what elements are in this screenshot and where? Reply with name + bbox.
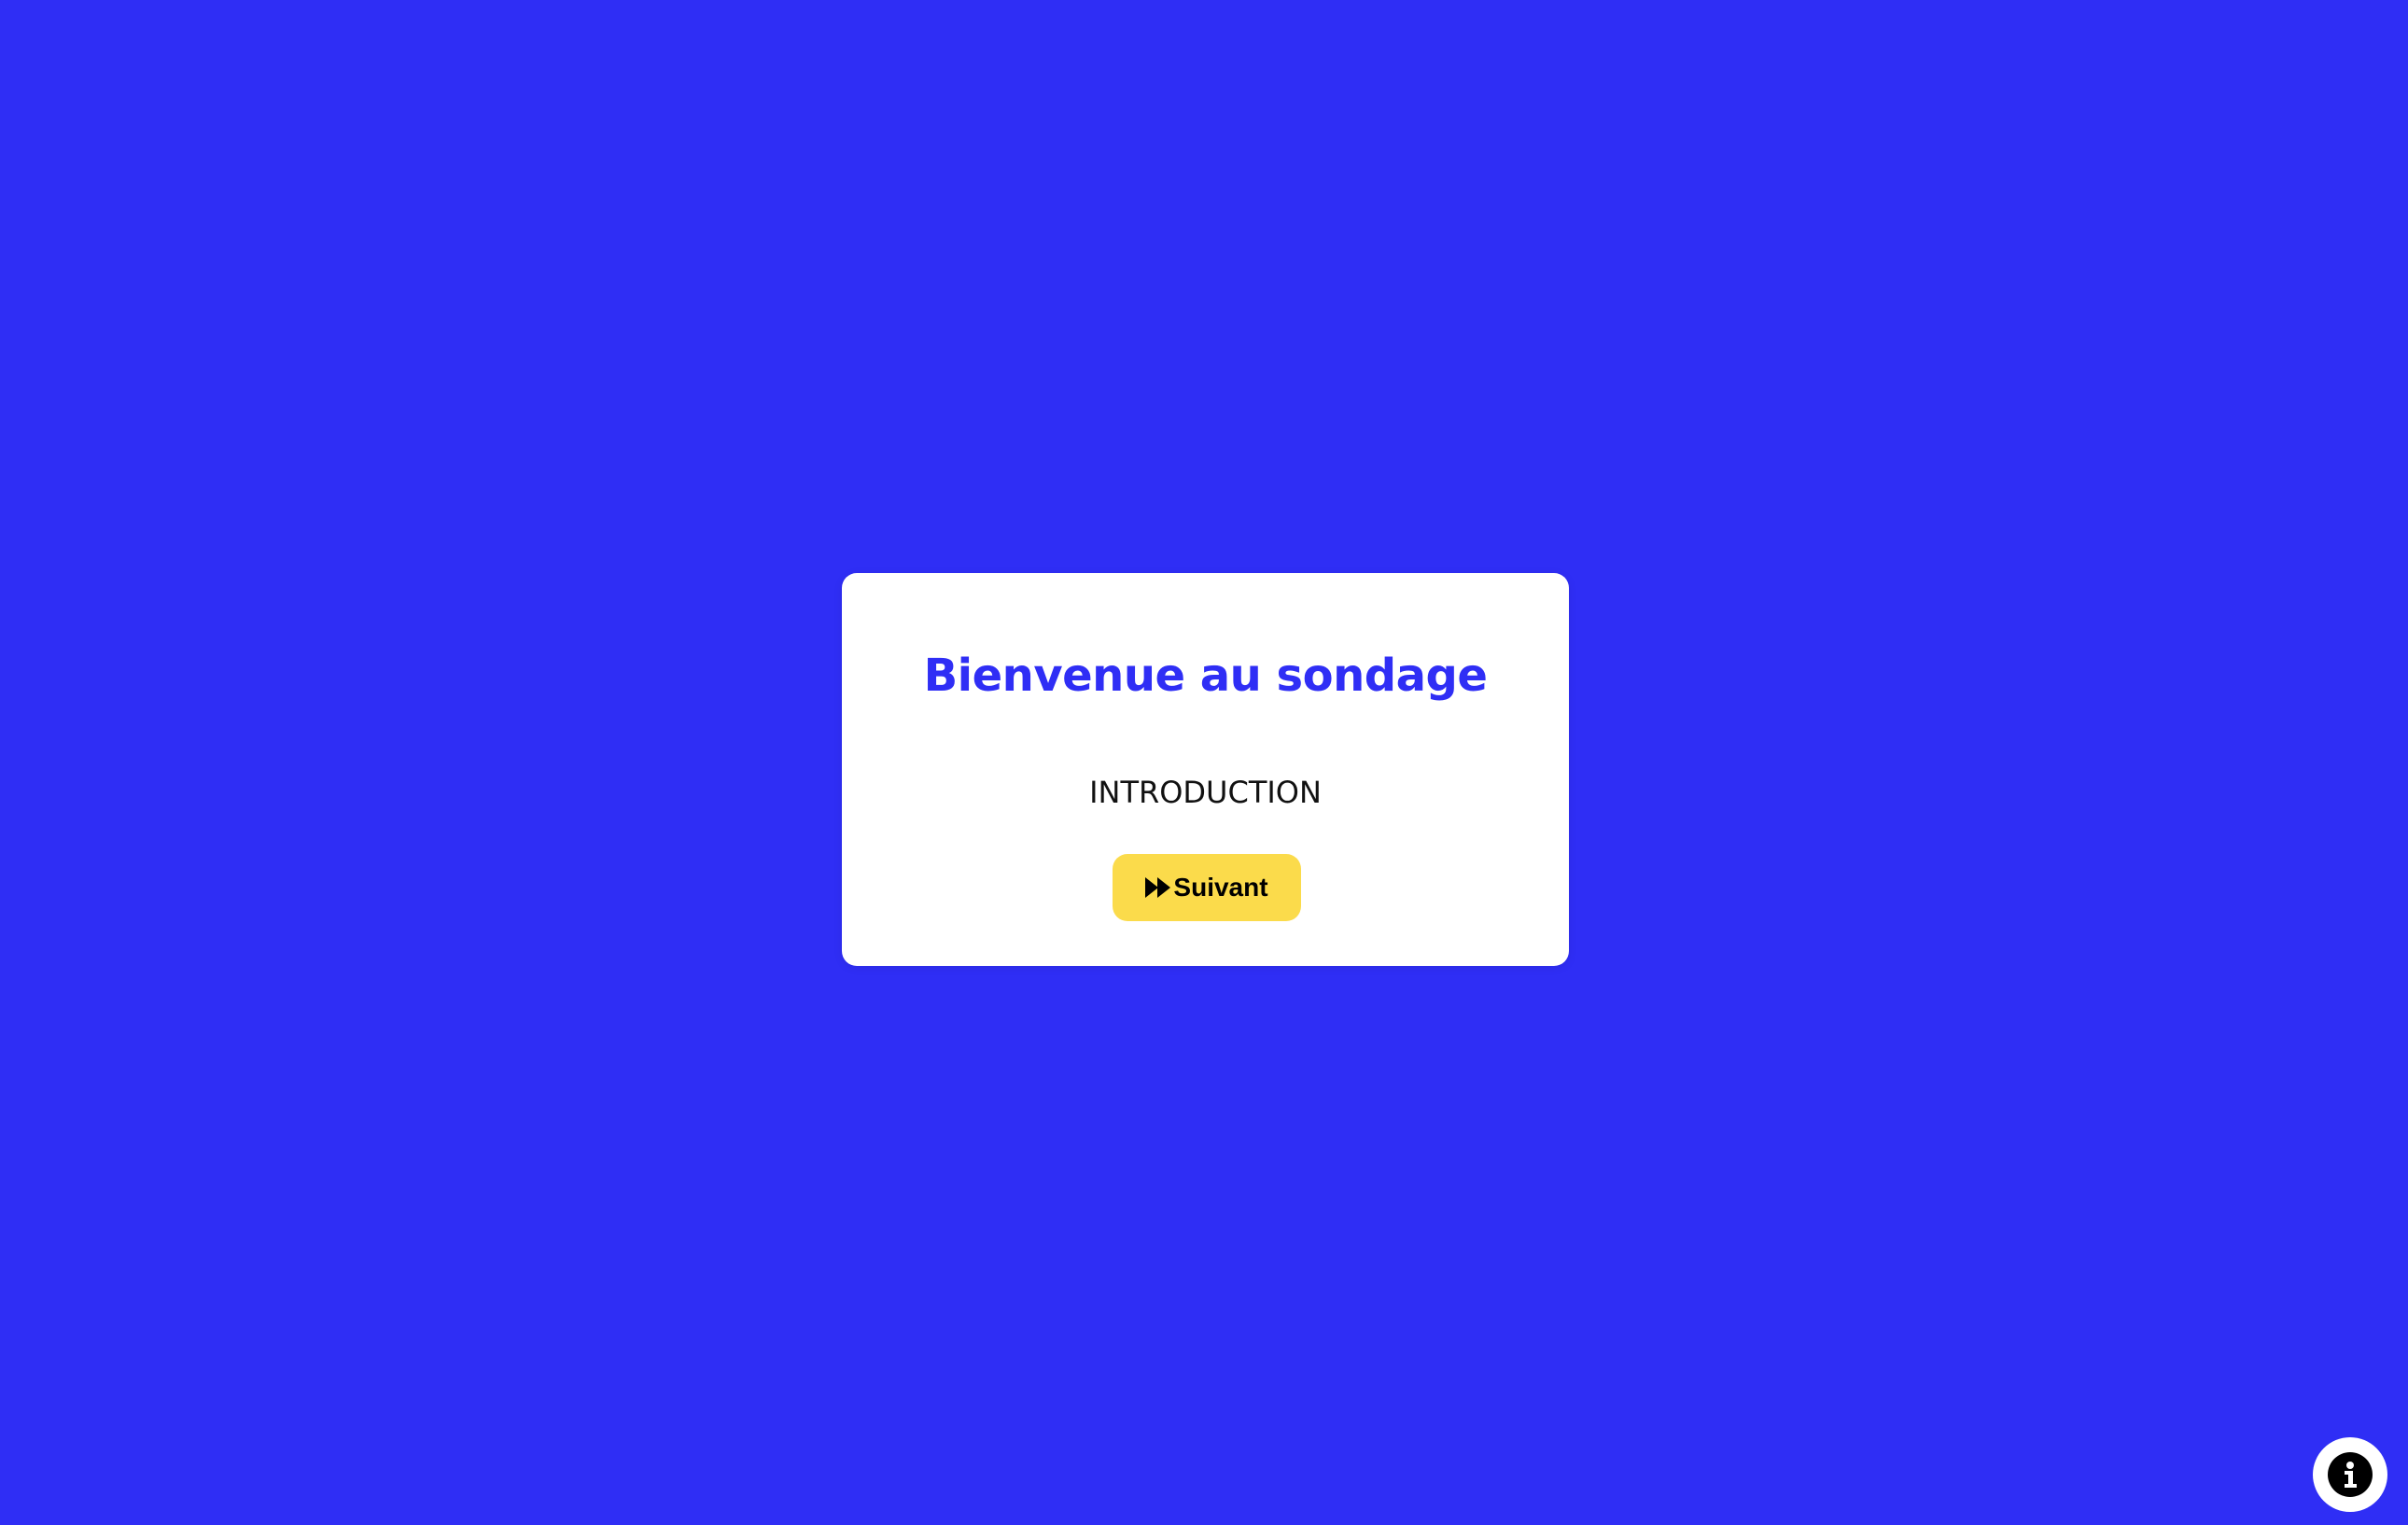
info-icon bbox=[2328, 1452, 2373, 1497]
introduction-text: INTRODUCTION bbox=[1089, 775, 1322, 810]
info-button[interactable] bbox=[2313, 1437, 2387, 1512]
next-button-label: Suivant bbox=[1173, 873, 1268, 902]
survey-title: Bienvenue au sondage bbox=[923, 650, 1488, 702]
fast-forward-icon bbox=[1145, 877, 1171, 898]
survey-page: Bienvenue au sondage INTRODUCTION Suivan… bbox=[0, 0, 2408, 1525]
welcome-card: Bienvenue au sondage INTRODUCTION Suivan… bbox=[842, 573, 1569, 966]
next-button[interactable]: Suivant bbox=[1113, 854, 1301, 921]
